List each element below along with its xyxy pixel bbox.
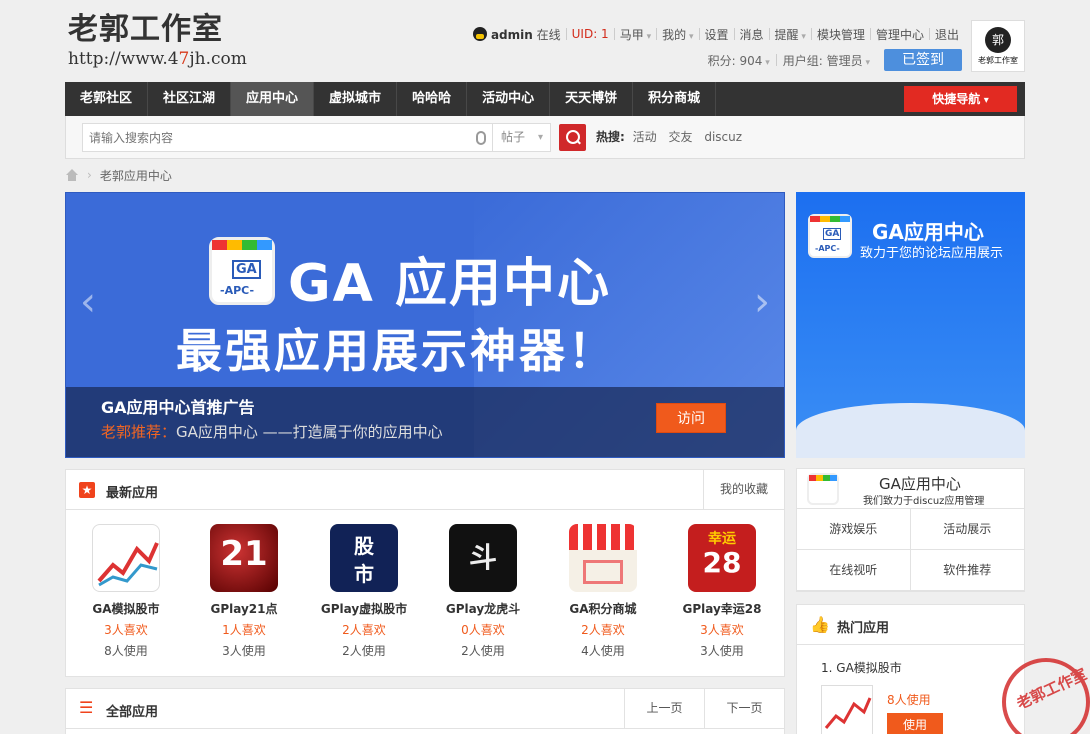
studio-stamp: 老郭工作室 xyxy=(1002,658,1090,734)
side-banner-subtitle: 致力于您的论坛应用展示 xyxy=(860,246,1004,261)
app-card[interactable]: 斗 GPlay龙虎斗 0人喜欢 2人使用 xyxy=(423,524,543,659)
breadcrumb: › 老郭应用中心 xyxy=(65,166,172,184)
star-icon: ★ xyxy=(79,482,95,498)
logo-url: http://www.47jh.com xyxy=(68,49,247,69)
use-button[interactable]: 使用 xyxy=(887,713,943,734)
ga-info-title: GA应用中心 xyxy=(879,475,961,493)
ga-info-panel: GA应用中心 我们致力于discuz应用管理 游戏娱乐 活动展示 在线视听 软件… xyxy=(796,468,1025,592)
nav-item-activities[interactable]: 活动中心 xyxy=(467,82,551,116)
thumbs-up-icon: 👍 xyxy=(810,615,830,634)
hot-link[interactable]: discuz xyxy=(704,130,742,144)
nav-item-hahaha[interactable]: 哈哈哈 xyxy=(397,82,468,116)
stock-chart-icon[interactable] xyxy=(821,685,873,734)
dragon-tiger-icon: 斗 xyxy=(449,524,517,592)
nav-item-community[interactable]: 老郭社区 xyxy=(65,82,149,116)
qq-icon xyxy=(472,26,487,41)
list-icon: ☰ xyxy=(79,698,94,717)
admin-center-link[interactable]: 管理中心 xyxy=(871,26,929,43)
banner-prev-icon[interactable]: ‹ xyxy=(76,257,100,347)
caption-text: 老郭推荐：GA应用中心 ——打造属于你的应用中心 xyxy=(101,423,443,441)
messages-link[interactable]: 消息 xyxy=(735,26,769,43)
hero-banner[interactable]: ‹ › GA -APC- GA 应用中心 最强应用展示神器！ GA应用中心首推广… xyxy=(65,192,785,458)
banner-caption: GA应用中心首推广告 老郭推荐：GA应用中心 ——打造属于你的应用中心 访问 xyxy=(66,387,784,457)
panel-title: 热门应用 xyxy=(837,621,890,636)
nav-item-virtual-city[interactable]: 虚拟城市 xyxy=(314,82,398,116)
app-card[interactable]: 21 GPlay21点 1人喜欢 3人使用 xyxy=(184,524,304,659)
user-toolbar: admin 在线 UID: 1 马甲 我的 设置 消息 提醒 模块管理 管理中心… xyxy=(468,25,964,43)
logo-title: 老郭工作室 xyxy=(68,12,223,47)
breadcrumb-current[interactable]: 老郭应用中心 xyxy=(100,167,172,184)
apc-bag-icon xyxy=(807,473,839,505)
nav-item-points-mall[interactable]: 积分商城 xyxy=(633,82,717,116)
hot-app-users: 8人使用 xyxy=(887,693,931,707)
blackjack-icon: 21 xyxy=(210,524,278,592)
hot-link[interactable]: 活动 xyxy=(633,130,657,144)
lucky-28-icon: 幸运 28 xyxy=(688,524,756,592)
all-apps-panel: ☰ 全部应用 上一页 下一页 xyxy=(65,688,785,734)
ga-info-subtitle: 我们致力于discuz应用管理 xyxy=(863,496,985,507)
site-logo[interactable]: 老郭工作室 http://www.47jh.com xyxy=(68,12,268,72)
virtual-stock-icon: 股市 xyxy=(330,524,398,592)
side-banner[interactable]: GA -APC- GA应用中心 致力于您的论坛应用展示 xyxy=(796,192,1025,458)
user-link[interactable]: admin 在线 xyxy=(468,26,566,43)
panel-title: 最新应用 xyxy=(106,486,159,501)
side-banner-title: GA应用中心 xyxy=(872,220,984,244)
next-page-button[interactable]: 下一页 xyxy=(704,689,784,728)
quick-nav-button[interactable]: 快捷导航 xyxy=(904,86,1017,112)
nav-item-bobing[interactable]: 天天博饼 xyxy=(550,82,634,116)
user-subbar: 积分: 904 用户组: 管理员 已签到 xyxy=(702,49,962,71)
category-link[interactable]: 游戏娱乐 xyxy=(797,509,911,550)
main-nav: 老郭社区 社区江湖 应用中心 虚拟城市 哈哈哈 活动中心 天天博饼 积分商城 快… xyxy=(65,82,1025,116)
caption-title: GA应用中心首推广告 xyxy=(101,398,255,417)
category-link[interactable]: 在线视听 xyxy=(797,550,911,591)
home-icon[interactable] xyxy=(65,169,79,181)
usergroup-menu[interactable]: 用户组: 管理员 xyxy=(777,52,876,69)
logout-link[interactable]: 退出 xyxy=(930,26,964,43)
search-type-select[interactable]: 帖子 xyxy=(492,124,551,151)
reminders-menu[interactable]: 提醒 xyxy=(770,26,811,43)
avatar-logo-icon: 郭 xyxy=(985,26,1011,53)
nav-item-app-center[interactable]: 应用中心 xyxy=(231,82,315,116)
chevron-right-icon: › xyxy=(87,168,92,182)
visit-button[interactable]: 访问 xyxy=(656,403,726,433)
search-button[interactable] xyxy=(559,124,586,151)
my-favorites-button[interactable]: 我的收藏 xyxy=(702,470,784,509)
module-manage-link[interactable]: 模块管理 xyxy=(812,26,870,43)
app-card[interactable]: 幸运 28 GPlay幸运28 3人喜欢 3人使用 xyxy=(662,524,782,659)
app-card[interactable]: GA模拟股市 3人喜欢 8人使用 xyxy=(66,524,186,659)
app-card[interactable]: 股市 GPlay虚拟股市 2人喜欢 2人使用 xyxy=(304,524,424,659)
uid-label: UID: 1 xyxy=(571,27,609,41)
hot-apps-panel: 👍 热门应用 1. GA模拟股市 8人使用 使用 xyxy=(796,604,1025,734)
avatar[interactable]: 郭 老郭工作室 xyxy=(971,20,1025,72)
newest-apps-panel: ★ 最新应用 我的收藏 GA模拟股市 3人喜欢 8人使用 21 GPlay21点 1人… xyxy=(65,469,785,677)
search-input[interactable] xyxy=(89,129,459,147)
app-card[interactable]: GA积分商城 2人喜欢 4人使用 xyxy=(543,524,663,659)
hot-searches: 热搜: 活动 交友 discuz xyxy=(596,128,750,145)
search-box: 帖子 xyxy=(82,123,551,152)
signed-in-button[interactable]: 已签到 xyxy=(884,49,962,71)
apc-bag-icon: GA -APC- xyxy=(209,237,275,305)
panel-title: 全部应用 xyxy=(106,705,159,720)
points-mall-icon xyxy=(569,524,637,592)
hot-link[interactable]: 交友 xyxy=(668,130,692,144)
search-bar: 帖子 热搜: 活动 交友 discuz xyxy=(65,116,1025,159)
my-menu[interactable]: 我的 xyxy=(657,26,698,43)
nav-item-jianghu[interactable]: 社区江湖 xyxy=(148,82,232,116)
vest-menu[interactable]: 马甲 xyxy=(615,26,656,43)
banner-title: GA 应用中心 xyxy=(288,254,612,314)
settings-link[interactable]: 设置 xyxy=(700,26,734,43)
category-link[interactable]: 软件推荐 xyxy=(910,550,1024,591)
hot-app-first[interactable]: 1. GA模拟股市 xyxy=(821,659,902,676)
points-menu[interactable]: 积分: 904 xyxy=(702,52,776,69)
prev-page-button[interactable]: 上一页 xyxy=(624,689,704,728)
avatar-text: 老郭工作室 xyxy=(978,55,1018,65)
banner-next-icon[interactable]: › xyxy=(750,257,774,347)
stock-chart-icon xyxy=(92,524,160,592)
banner-slogan: 最强应用展示神器！ xyxy=(176,324,617,378)
microphone-icon[interactable] xyxy=(476,131,486,145)
apc-bag-icon: GA -APC- xyxy=(808,214,852,258)
category-link[interactable]: 活动展示 xyxy=(910,509,1024,550)
hot-label: 热搜: xyxy=(596,130,625,144)
